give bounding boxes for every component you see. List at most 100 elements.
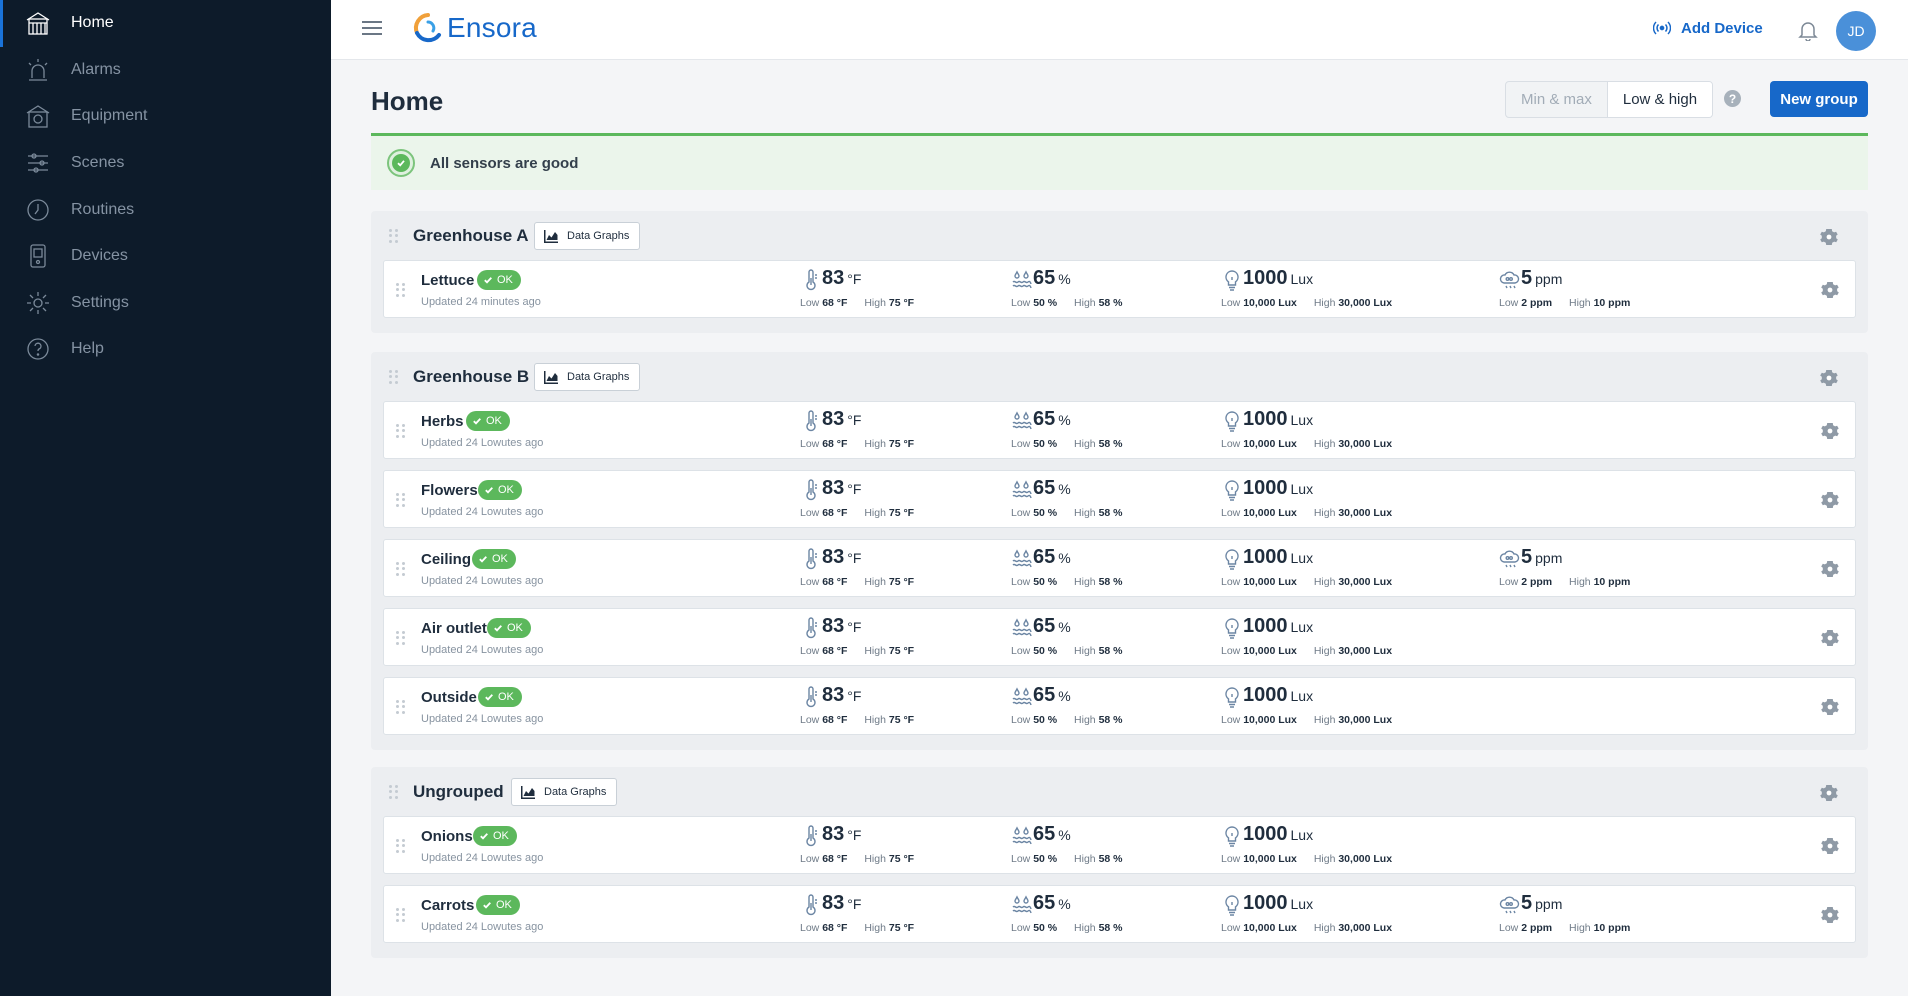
sensor-row[interactable]: Air outlet OK Updated 24 Lowutes ago 83 °…	[383, 608, 1856, 666]
brand-logo[interactable]: Ensora	[411, 11, 537, 45]
sidebar-item-home[interactable]: Home	[0, 0, 331, 47]
light-unit: Lux	[1290, 481, 1314, 497]
co2-value: 5 ppm	[1521, 892, 1562, 915]
temp-unit: °F	[847, 896, 862, 912]
row-drag-handle-icon[interactable]	[396, 562, 406, 576]
sensor-settings-gear-icon[interactable]	[1821, 906, 1839, 924]
row-drag-handle-icon[interactable]	[396, 631, 406, 645]
data-graphs-button[interactable]: Data Graphs	[511, 778, 618, 806]
temp-low: 68 °F	[822, 297, 848, 309]
sidebar-item-routines[interactable]: Routines	[0, 186, 331, 233]
high-label: High	[1313, 714, 1336, 726]
help-icon	[24, 335, 52, 363]
humidity-icon	[1011, 410, 1033, 432]
row-drag-handle-icon[interactable]	[396, 424, 406, 438]
group-drag-handle-icon[interactable]	[389, 229, 399, 243]
sensor-name: Ceiling	[421, 551, 472, 568]
sensor-settings-gear-icon[interactable]	[1821, 560, 1839, 578]
sidebar-item-scenes[interactable]: Scenes	[0, 140, 331, 187]
temp-range: Low 68 °F High 75 °F	[800, 714, 914, 726]
group-settings-gear-icon[interactable]	[1820, 228, 1838, 246]
light-low: 10,000 Lux	[1243, 714, 1297, 726]
sensor-row[interactable]: Ceiling OK Updated 24 Lowutes ago 83 °F L…	[383, 539, 1856, 597]
sensor-row[interactable]: Carrots OK Updated 24 Lowutes ago 83 °F L…	[383, 885, 1856, 943]
sidebar: Home Alarms Equipment Scenes Routines De…	[0, 0, 331, 996]
light-high: 30,000 Lux	[1338, 714, 1393, 726]
sensor-row[interactable]: Lettuce OK Updated 24 minutes ago 83 °F L…	[383, 260, 1856, 318]
humidity-range: Low 50 % High 58 %	[1011, 714, 1123, 726]
temp-reading: 83	[822, 684, 845, 706]
light-range: Low 10,000 Lux High 30,000 Lux	[1221, 922, 1392, 934]
sidebar-item-help[interactable]: Help	[0, 326, 331, 373]
sensor-settings-gear-icon[interactable]	[1821, 629, 1839, 647]
group-title: Greenhouse A	[413, 226, 529, 245]
low-label: Low	[1221, 507, 1241, 519]
light-low: 10,000 Lux	[1243, 645, 1297, 657]
sensor-group: Greenhouse B Data Graphs Herbs OK Update…	[371, 352, 1868, 750]
group-drag-handle-icon[interactable]	[389, 370, 399, 384]
temp-value: 83 °F	[822, 408, 861, 431]
sensor-row[interactable]: Herbs OK Updated 24 Lowutes ago 83 °F Low…	[383, 401, 1856, 459]
alarm-icon	[24, 56, 52, 84]
sensor-row[interactable]: Onions OK Updated 24 Lowutes ago 83 °F Lo…	[383, 816, 1856, 874]
high-label: High	[1074, 922, 1096, 934]
status-badge: OK	[477, 270, 521, 290]
sensor-settings-gear-icon[interactable]	[1821, 698, 1839, 716]
sensor-settings-gear-icon[interactable]	[1821, 491, 1839, 509]
humidity-value: 65%	[1033, 546, 1071, 569]
temp-range: Low 68 °F High 75 °F	[800, 438, 914, 450]
add-device-button[interactable]: Add Device	[1653, 19, 1763, 37]
humidity-unit: %	[1058, 688, 1071, 704]
lightbulb-icon	[1221, 617, 1243, 639]
min-max-toggle[interactable]: Min & max	[1506, 82, 1607, 117]
row-drag-handle-icon[interactable]	[396, 493, 406, 507]
row-drag-handle-icon[interactable]	[396, 908, 406, 922]
menu-icon[interactable]	[362, 21, 382, 39]
question-icon[interactable]: ?	[1724, 90, 1741, 107]
humidity-value: 65%	[1033, 267, 1071, 290]
data-graphs-button[interactable]: Data Graphs	[534, 363, 641, 391]
group-settings-gear-icon[interactable]	[1820, 369, 1838, 387]
humidity-unit: %	[1058, 827, 1071, 843]
high-label: High	[1074, 714, 1096, 726]
humidity-range: Low 50 % High 58 %	[1011, 645, 1123, 657]
high-label: High	[864, 297, 886, 309]
row-drag-handle-icon[interactable]	[396, 700, 406, 714]
sensor-settings-gear-icon[interactable]	[1821, 837, 1839, 855]
group-drag-handle-icon[interactable]	[389, 785, 399, 799]
temp-high: 75 °F	[888, 507, 915, 519]
low-label: Low	[1011, 576, 1031, 588]
group-settings-gear-icon[interactable]	[1820, 784, 1838, 802]
data-graphs-button[interactable]: Data Graphs	[534, 222, 641, 250]
temp-reading: 83	[822, 408, 845, 430]
humidity-value: 65%	[1033, 615, 1071, 638]
temp-high: 75 °F	[888, 576, 915, 588]
light-value: 1000 Lux	[1243, 267, 1313, 290]
updated-timestamp: Updated 24 Lowutes ago	[421, 852, 544, 864]
low-high-toggle[interactable]: Low & high	[1606, 82, 1713, 117]
lightbulb-icon	[1221, 686, 1243, 708]
sensor-settings-gear-icon[interactable]	[1821, 281, 1839, 299]
sensor-row[interactable]: Outside OK Updated 24 Lowutes ago 83 °F L…	[383, 677, 1856, 735]
row-drag-handle-icon[interactable]	[396, 839, 406, 853]
light-unit: Lux	[1290, 827, 1314, 843]
temp-value: 83 °F	[822, 684, 861, 707]
user-avatar[interactable]: JD	[1836, 11, 1876, 51]
sidebar-item-equipment[interactable]: Equipment	[0, 93, 331, 140]
sidebar-item-label: Devices	[71, 247, 128, 265]
sidebar-item-settings[interactable]: Settings	[0, 280, 331, 327]
humidity-icon	[1011, 894, 1033, 916]
bell-icon[interactable]	[1797, 19, 1819, 41]
low-label: Low	[1011, 645, 1031, 657]
logo-swirl-icon	[413, 13, 441, 43]
sensor-row[interactable]: Flowers OK Updated 24 Lowutes ago 83 °F L…	[383, 470, 1856, 528]
sensor-settings-gear-icon[interactable]	[1821, 422, 1839, 440]
sidebar-item-devices[interactable]: Devices	[0, 233, 331, 280]
humidity-value: 65%	[1033, 684, 1071, 707]
new-group-button[interactable]: New group	[1770, 81, 1868, 117]
updated-timestamp: Updated 24 minutes ago	[421, 296, 541, 308]
row-drag-handle-icon[interactable]	[396, 283, 406, 297]
sidebar-item-alarms[interactable]: Alarms	[0, 47, 331, 94]
sensor-name: Lettuce	[421, 272, 475, 289]
temp-high: 75 °F	[888, 438, 915, 450]
